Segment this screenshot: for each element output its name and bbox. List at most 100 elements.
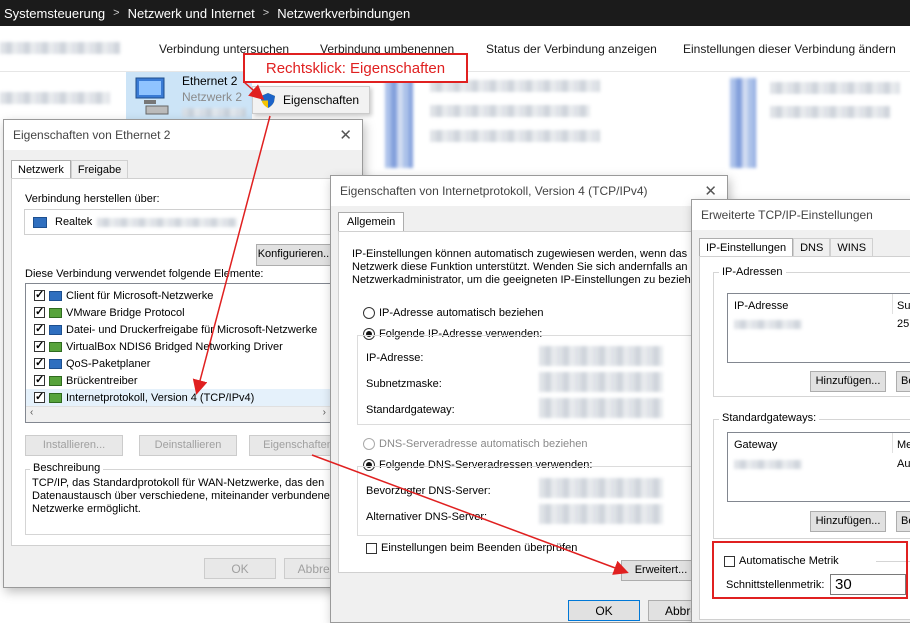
column-header[interactable]: Me — [897, 439, 910, 451]
checkbox[interactable] — [34, 288, 45, 301]
intro-line: IP-Einstellungen können automatisch zuge… — [352, 248, 688, 260]
list-item[interactable]: QoS-Paketplaner — [26, 355, 332, 372]
list-item[interactable]: VirtualBox NDIS6 Bridged Networking Driv… — [26, 338, 332, 355]
ip-addresses-label: IP-Adressen — [719, 266, 786, 278]
network-adapter-icon — [135, 77, 169, 115]
blurred-adapter-name — [97, 218, 237, 227]
list-item[interactable]: VMware Bridge Protocol — [26, 304, 332, 321]
add-gateway-button[interactable]: Hinzufügen... — [810, 511, 886, 532]
install-button[interactable]: Installieren... — [25, 435, 123, 456]
breadcrumb-item-netzwerk[interactable]: Netzwerk und Internet — [128, 6, 255, 21]
protocol-icon — [49, 392, 62, 403]
blurred-adapter — [770, 82, 900, 94]
tab-netzwerk[interactable]: Netzwerk — [11, 160, 71, 179]
context-menu-properties[interactable]: Eigenschaften — [252, 86, 370, 114]
gateway-list[interactable]: Gateway Me Au — [727, 432, 910, 502]
tab-freigabe[interactable]: Freigabe — [70, 160, 129, 179]
scroll-left-icon[interactable]: ‹ — [30, 407, 33, 418]
dns-group — [357, 466, 707, 536]
ok-button[interactable]: OK — [568, 600, 640, 621]
alternate-dns-label: Alternativer DNS-Server: — [366, 511, 488, 523]
add-ip-button[interactable]: Hinzufügen... — [810, 371, 886, 392]
blurred-preferred-dns-field[interactable] — [539, 478, 663, 498]
context-menu-label: Eigenschaften — [283, 93, 360, 107]
configure-button[interactable]: Konfigurieren... — [256, 244, 334, 266]
tab-dns[interactable]: DNS — [793, 238, 831, 257]
breadcrumb-item-systemsteuerung[interactable]: Systemsteuerung — [4, 6, 105, 21]
list-item-ipv4[interactable]: Internetprotokoll, Version 4 (TCP/IPv4) — [26, 389, 332, 406]
checkbox[interactable] — [34, 356, 45, 369]
description-line: Netzwerke ermöglicht. — [32, 503, 141, 515]
list-item[interactable]: Client für Microsoft-Netzwerke — [26, 287, 332, 304]
uac-shield-icon — [261, 92, 275, 108]
checkbox[interactable] — [34, 339, 45, 352]
blurred-ip-field[interactable] — [539, 346, 663, 366]
blurred-adapter-icon — [385, 78, 413, 168]
connect-via-label: Verbindung herstellen über: — [25, 193, 160, 205]
elements-label: Diese Verbindung verwendet folgende Elem… — [25, 268, 264, 280]
list-item[interactable]: Brückentreiber — [26, 372, 332, 389]
adapter-tile-ethernet2[interactable]: Ethernet 2 Netzwerk 2 — [126, 72, 252, 122]
checkbox[interactable] — [34, 390, 45, 403]
breadcrumb: Systemsteuerung > Netzwerk und Internet … — [0, 0, 910, 26]
elements-list[interactable]: Client für Microsoft-Netzwerke VMware Br… — [25, 283, 333, 423]
blurred-gateway-value — [734, 460, 802, 469]
checkbox[interactable] — [34, 305, 45, 318]
tab-allgemein[interactable]: Allgemein — [338, 212, 405, 231]
list-item[interactable]: Datei- und Druckerfreigabe für Microsoft… — [26, 321, 332, 338]
column-header[interactable]: Gateway — [734, 439, 777, 451]
auto-dns-radio[interactable]: DNS-Serveradresse automatisch beziehen — [363, 438, 588, 451]
column-divider — [892, 433, 893, 453]
metric-value: Au — [897, 458, 910, 470]
blurred-adapter-icon — [730, 78, 756, 168]
general-tab-panel: IP-Einstellungen können automatisch zuge… — [338, 231, 722, 581]
annotation-highlight-box — [712, 541, 908, 599]
validate-checkbox[interactable]: Einstellungen beim Beenden überprüfen — [366, 542, 577, 554]
breadcrumb-item-netzwerkverbindungen[interactable]: Netzwerkverbindungen — [277, 6, 410, 21]
status-command[interactable]: Status der Verbindung anzeigen — [486, 42, 657, 56]
scroll-right-icon[interactable]: › — [323, 407, 326, 418]
network-client-icon — [49, 290, 62, 301]
checkbox[interactable] — [366, 542, 377, 554]
ip-address-list[interactable]: IP-Adresse Sub 25 — [727, 293, 910, 363]
dialog-title: Erweiterte TCP/IP-Einstellungen — [692, 200, 910, 230]
uninstall-button[interactable]: Deinstallieren — [139, 435, 237, 456]
change-settings-command[interactable]: Einstellungen dieser Verbindung ändern — [683, 42, 896, 56]
protocol-icon — [49, 375, 62, 386]
tab-ip-settings[interactable]: IP-Einstellungen — [699, 238, 794, 257]
tab-wins[interactable]: WINS — [830, 238, 874, 257]
subnet-value: 25 — [897, 318, 910, 330]
chevron-right-icon: > — [113, 7, 120, 19]
column-header[interactable]: Sub — [897, 300, 910, 312]
auto-ip-radio[interactable]: IP-Adresse automatisch beziehen — [363, 307, 543, 320]
adapter-name: Ethernet 2 — [182, 74, 238, 88]
gateways-label: Standardgateways: — [719, 412, 820, 424]
close-icon[interactable]: ✕ — [339, 126, 352, 144]
blurred-command — [0, 42, 120, 54]
column-header[interactable]: IP-Adresse — [734, 300, 788, 312]
advanced-button[interactable]: Erweitert... — [621, 560, 701, 581]
blurred-adapter — [430, 130, 600, 142]
protocol-icon — [49, 307, 62, 318]
blurred-subnet-field[interactable] — [539, 372, 663, 392]
subnet-label: Subnetzmaske: — [366, 378, 442, 390]
horizontal-scrollbar[interactable]: ‹ › — [26, 406, 332, 422]
preferred-dns-label: Bevorzugter DNS-Server: — [366, 485, 491, 497]
blurred-adapter — [770, 106, 890, 118]
adapter-network: Netzwerk 2 — [182, 90, 243, 104]
description-line: TCP/IP, das Standardprotokoll für WAN-Ne… — [32, 477, 325, 489]
intro-line: Netzwerkadministrator, um die geeigneten… — [352, 274, 697, 286]
edit-gateway-button[interactable]: Be — [896, 511, 910, 532]
checkbox[interactable] — [34, 373, 45, 386]
blurred-alternate-dns-field[interactable] — [539, 504, 663, 524]
radio-button[interactable] — [363, 307, 375, 320]
annotation-callout: Rechtsklick: Eigenschaften — [243, 53, 468, 83]
close-icon[interactable]: ✕ — [704, 182, 717, 200]
checkbox[interactable] — [34, 322, 45, 335]
ok-button[interactable]: OK — [204, 558, 276, 579]
radio-button[interactable] — [363, 438, 375, 451]
edit-ip-button[interactable]: Be — [896, 371, 910, 392]
blurred-ip-value — [734, 320, 802, 329]
blurred-gateway-field[interactable] — [539, 398, 663, 418]
service-icon — [49, 324, 62, 335]
